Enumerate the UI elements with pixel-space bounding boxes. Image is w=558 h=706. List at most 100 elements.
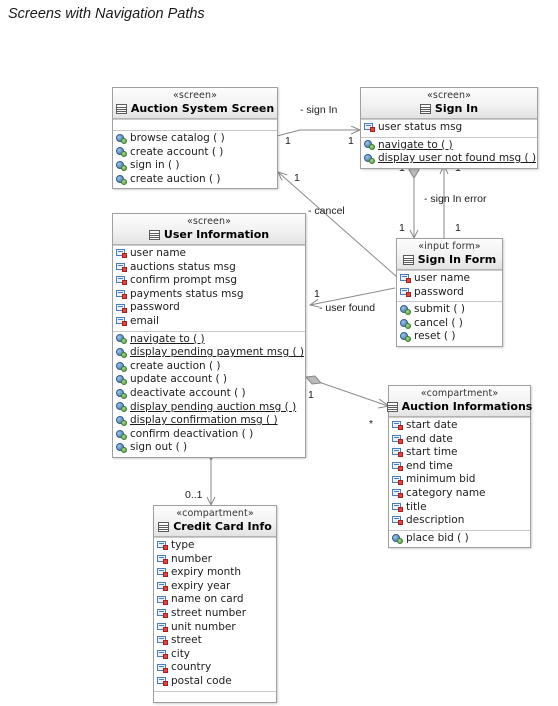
operation-row[interactable]: navigate to ( ) [113,333,305,347]
diagram-title: Screens with Navigation Paths [8,6,205,22]
attribute-label: city [171,647,191,660]
attribute-row[interactable]: confirm prompt msg [113,274,305,288]
operations-compartment: place bid ( ) [389,529,530,548]
attribute-row[interactable]: postal code [154,675,276,689]
operation-row[interactable]: sign in ( ) [113,159,277,173]
private-attribute-icon [392,421,403,431]
private-attribute-icon [392,489,403,499]
attribute-row[interactable]: expiry year [154,580,276,594]
multiplicity-sign-in-aggregation-bottom: 1 [399,222,405,234]
attribute-row[interactable]: name on card [154,593,276,607]
operation-label: confirm deactivation ( ) [130,427,254,440]
attribute-label: user name [130,247,187,259]
operation-row[interactable]: sign out ( ) [113,441,305,455]
attribute-label: minimum bid [406,473,476,486]
attribute-row[interactable]: password [113,301,305,315]
class-box-sign-in[interactable]: «screen» Sign In user status msg navigat… [360,87,538,169]
class-name: Auction Informations [401,400,533,413]
attribute-row[interactable]: street [154,634,276,648]
private-attribute-icon [157,595,168,605]
multiplicity-auction-informations-target: * [369,418,374,430]
attribute-label: start date [406,419,458,431]
attribute-row[interactable]: city [154,648,276,662]
operation-label: browse catalog ( ) [130,132,225,144]
attribute-row[interactable]: unit number [154,621,276,635]
class-box-user-information[interactable]: «screen» User Information user name auct… [112,213,306,458]
attribute-row[interactable]: description [389,514,530,528]
class-name: Sign In [434,102,479,115]
public-operation-icon [116,415,127,426]
attribute-row[interactable]: end time [389,460,530,474]
attributes-compartment: user status msg [361,119,537,137]
private-attribute-icon [157,650,168,660]
operation-row[interactable]: cancel ( ) [397,317,502,331]
operation-row[interactable]: browse catalog ( ) [113,132,277,146]
operation-row[interactable]: create auction ( ) [113,360,305,374]
operation-row[interactable]: display confirmation msg ( ) [113,414,305,428]
attribute-row[interactable]: user name [113,247,305,261]
public-operation-icon [364,153,375,164]
attribute-row[interactable]: start time [389,446,530,460]
attribute-row[interactable]: title [389,501,530,515]
attribute-row[interactable]: start date [389,419,530,433]
edge-sign-in-aggregation [408,162,420,240]
private-attribute-icon [116,290,127,300]
operation-row[interactable]: display user not found msg ( ) [361,152,537,166]
attribute-row[interactable]: email [113,315,305,329]
public-operation-icon [116,429,127,440]
public-operation-icon [400,304,411,315]
class-name: User Information [163,228,270,241]
class-box-auction-informations[interactable]: «compartment» Auction Informations start… [386,385,533,549]
screen-window-icon [148,229,160,240]
operation-label: display confirmation msg ( ) [130,414,278,427]
class-box-auction-system-screen[interactable]: «screen» Auction System Screen browse ca… [112,87,278,190]
public-operation-icon [116,443,127,454]
attribute-row[interactable]: user name [397,272,502,286]
attribute-row[interactable]: minimum bid [389,473,530,487]
operation-row[interactable]: update account ( ) [113,373,305,387]
operation-row[interactable]: place bid ( ) [389,532,530,546]
attribute-row[interactable]: country [154,661,276,675]
attribute-row[interactable]: category name [389,487,530,501]
operation-row[interactable]: create auction ( ) [113,173,277,187]
attribute-row[interactable]: user status msg [361,121,537,135]
operation-label: create auction ( ) [130,172,221,185]
operation-row[interactable]: create account ( ) [113,146,277,160]
private-attribute-icon [116,276,127,286]
attribute-label: password [414,285,464,298]
screen-window-icon [419,103,431,114]
attribute-row[interactable]: expiry month [154,566,276,580]
attribute-row[interactable]: number [154,553,276,567]
private-attribute-icon [392,516,403,526]
class-box-credit-card-info[interactable]: «compartment» Credit Card Info type numb… [153,505,277,703]
attribute-row[interactable]: street number [154,607,276,621]
operation-row[interactable]: confirm deactivation ( ) [113,428,305,442]
edge-label-cancel: - cancel [308,205,345,217]
multiplicity-auction-informations-source: 1 [308,389,314,401]
operation-row[interactable]: navigate to ( ) [361,139,537,153]
operation-label: submit ( ) [414,303,465,316]
attribute-row[interactable]: auctions status msg [113,261,305,275]
attribute-label: payments status msg [130,287,244,300]
public-operation-icon [364,140,375,151]
attribute-row[interactable]: type [154,539,276,553]
multiplicity-credit-card-target: 0..1 [185,489,203,501]
class-stereotype: «compartment» [420,388,499,399]
private-attribute-icon [392,448,403,458]
attribute-row[interactable]: payments status msg [113,288,305,302]
public-operation-icon [116,347,127,358]
operations-compartment: browse catalog ( ) create account ( ) si… [113,130,277,188]
attribute-label: street number [171,606,247,619]
operation-row[interactable]: deactivate account ( ) [113,387,305,401]
private-attribute-icon [392,502,403,512]
public-operation-icon [116,334,127,345]
operation-row[interactable]: reset ( ) [397,330,502,344]
class-box-sign-in-form[interactable]: «input form» Sign In Form user name pass… [396,238,503,347]
attribute-row[interactable]: password [397,286,502,300]
operation-row[interactable]: submit ( ) [397,303,502,317]
private-attribute-icon [157,677,168,687]
operation-row[interactable]: display pending auction msg ( ) [113,401,305,415]
attribute-row[interactable]: end date [389,433,530,447]
operation-label: display user not found msg ( ) [378,152,537,165]
operation-row[interactable]: display pending payment msg ( ) [113,346,305,360]
